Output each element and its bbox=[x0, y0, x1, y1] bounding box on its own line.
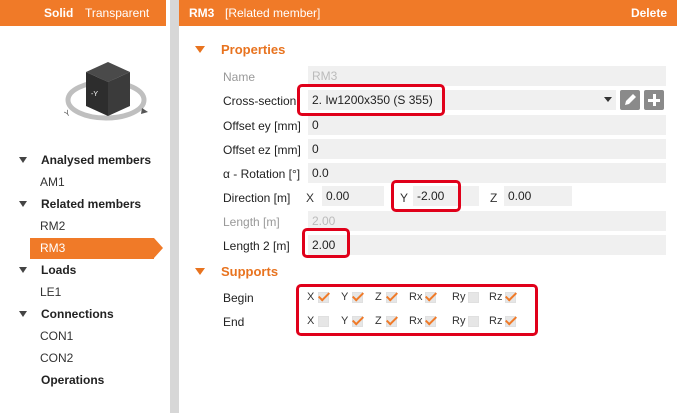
offset-ez-label: Offset ez [mm] bbox=[223, 143, 301, 157]
solid-toggle[interactable]: Solid bbox=[44, 6, 73, 20]
tree-item-con2[interactable]: CON2 bbox=[40, 347, 73, 369]
expand-triangle-icon[interactable] bbox=[19, 201, 27, 207]
tree-item-connections[interactable]: Connections bbox=[41, 303, 114, 325]
tree-item-analysed-members[interactable]: Analysed members bbox=[41, 149, 151, 171]
expand-triangle-icon[interactable] bbox=[19, 267, 27, 273]
tree-item-am1[interactable]: AM1 bbox=[40, 171, 65, 193]
offset-ez-field[interactable]: 0 bbox=[308, 139, 666, 159]
tree-item-loads[interactable]: Loads bbox=[41, 259, 76, 281]
length-label: Length [m] bbox=[223, 215, 280, 229]
direction-label: Direction [m] bbox=[223, 191, 291, 205]
rotation-field[interactable]: 0.0 bbox=[308, 163, 666, 183]
highlight-supports bbox=[296, 284, 538, 336]
highlight-direction-y bbox=[391, 180, 461, 212]
highlight-length2 bbox=[302, 228, 350, 258]
begin-label: Begin bbox=[223, 291, 254, 305]
expand-triangle-icon[interactable] bbox=[19, 311, 27, 317]
name-field[interactable]: RM3 bbox=[308, 66, 666, 86]
collapse-triangle-icon bbox=[195, 268, 205, 276]
highlight-cross-section bbox=[297, 84, 445, 116]
tree-item-operations[interactable]: Operations bbox=[41, 369, 104, 391]
panel-divider[interactable] bbox=[170, 0, 179, 413]
end-label: End bbox=[223, 315, 245, 329]
direction-x-label: X bbox=[306, 191, 315, 205]
tree-item-rm2[interactable]: RM2 bbox=[40, 215, 65, 237]
edit-cross-section-button[interactable] bbox=[620, 90, 640, 110]
collapse-triangle-icon bbox=[195, 46, 205, 54]
tree-item-label: RM3 bbox=[40, 241, 66, 255]
pencil-icon bbox=[625, 94, 636, 105]
view-cube-icon[interactable]: -Y Y bbox=[63, 58, 160, 130]
tree-item-con1[interactable]: CON1 bbox=[40, 325, 73, 347]
offset-ey-field[interactable]: 0 bbox=[308, 115, 666, 135]
delete-button[interactable]: Delete bbox=[631, 6, 667, 20]
length2-label: Length 2 [m] bbox=[223, 239, 290, 253]
supports-section-header[interactable]: Supports bbox=[195, 264, 278, 279]
name-label: Name bbox=[223, 70, 256, 84]
add-cross-section-button[interactable] bbox=[644, 90, 664, 110]
properties-title: Properties bbox=[221, 42, 286, 57]
left-panel: Solid Transparent -Y Y Analysed members A… bbox=[0, 0, 166, 413]
direction-x-field[interactable]: 0.00 bbox=[322, 186, 384, 206]
member-header: RM3 [Related member] Delete bbox=[179, 0, 677, 26]
cube-face-label: -Y bbox=[91, 91, 98, 98]
properties-section-header[interactable]: Properties bbox=[195, 42, 285, 57]
length2-field[interactable]: 2.00 bbox=[308, 235, 666, 255]
tree-item-rm3[interactable]: RM3 bbox=[30, 238, 163, 259]
rotation-label: α - Rotation [°] bbox=[223, 167, 301, 181]
view-cube[interactable]: -Y Y bbox=[63, 58, 160, 130]
transparent-toggle[interactable]: Transparent bbox=[85, 6, 149, 20]
tree-item-related-members[interactable]: Related members bbox=[41, 193, 141, 215]
expand-triangle-icon[interactable] bbox=[19, 157, 27, 163]
supports-title: Supports bbox=[221, 264, 279, 279]
offset-ey-label: Offset ey [mm] bbox=[223, 119, 301, 133]
direction-z-label: Z bbox=[490, 191, 498, 205]
cross-section-label: Cross-section bbox=[223, 94, 297, 108]
direction-z-field[interactable]: 0.00 bbox=[504, 186, 572, 206]
view-toggle-bar: Solid Transparent bbox=[0, 0, 166, 26]
tree-item-le1[interactable]: LE1 bbox=[40, 281, 61, 303]
member-subtitle: [Related member] bbox=[225, 6, 321, 20]
member-title: RM3 bbox=[189, 6, 215, 20]
length-field: 2.00 bbox=[308, 211, 666, 231]
dropdown-arrow-icon[interactable] bbox=[604, 97, 612, 102]
